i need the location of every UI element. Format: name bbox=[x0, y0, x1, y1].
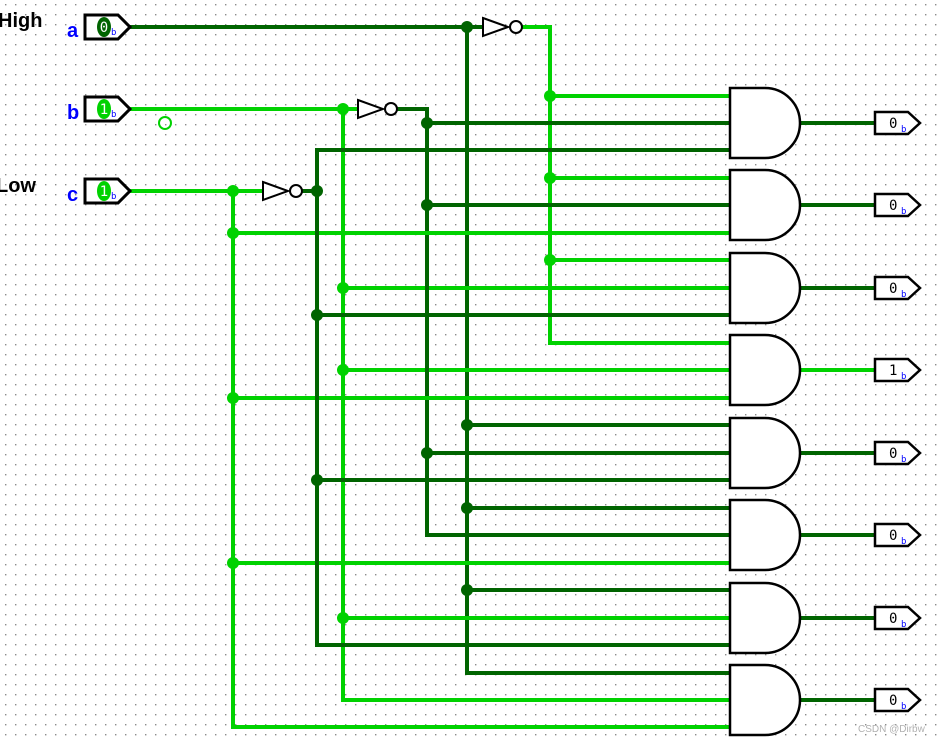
junction-b bbox=[337, 612, 349, 624]
junction-b bbox=[337, 364, 349, 376]
junction-a bbox=[461, 21, 473, 33]
output-radix: b bbox=[901, 620, 906, 630]
inverter-bubble-icon bbox=[289, 184, 303, 198]
label-low: Low bbox=[0, 175, 36, 197]
output-value: 0 bbox=[889, 281, 897, 297]
input-value: 0 bbox=[100, 20, 108, 36]
junction-b bbox=[337, 103, 349, 115]
junction-nc bbox=[311, 185, 323, 197]
junction-c bbox=[227, 227, 239, 239]
inverter-bubble-icon bbox=[509, 20, 523, 34]
input-label-b: b bbox=[67, 102, 79, 124]
junction-na bbox=[544, 172, 556, 184]
output-radix: b bbox=[901, 702, 906, 712]
output-radix: b bbox=[901, 207, 906, 217]
and-gate-6[interactable] bbox=[728, 581, 802, 655]
and-gate-4[interactable] bbox=[728, 416, 802, 490]
junction-c bbox=[227, 557, 239, 569]
input-label-c: c bbox=[67, 184, 78, 206]
and-gate-3[interactable] bbox=[728, 333, 802, 407]
circuit-diagram[interactable]: 0 ba1 bb1 bc0 b0 b0 b1 b0 b0 b0 b0 b High Low CSDN … bbox=[0, 0, 941, 742]
output-value: 0 bbox=[889, 528, 897, 544]
output-radix: b bbox=[901, 372, 906, 382]
junction-a bbox=[461, 584, 473, 596]
junction-nb bbox=[421, 199, 433, 211]
junction-c bbox=[227, 185, 239, 197]
input-radix: b bbox=[111, 192, 116, 202]
and-gate-1[interactable] bbox=[728, 168, 802, 242]
junction-nc bbox=[311, 474, 323, 486]
output-value: 0 bbox=[889, 611, 897, 627]
logisim-canvas[interactable]: 0ba1bb1bc0b0b0b1b0b0b0b0b High Low CSDN … bbox=[0, 0, 941, 742]
output-radix: b bbox=[901, 125, 906, 135]
input-pin-a[interactable]: 0b bbox=[83, 13, 133, 41]
input-value: 1 bbox=[100, 184, 108, 200]
output-value: 0 bbox=[889, 693, 897, 709]
junction-b bbox=[337, 282, 349, 294]
output-value: 0 bbox=[889, 198, 897, 214]
and-gate-7[interactable] bbox=[728, 663, 802, 737]
input-radix: b bbox=[111, 28, 116, 38]
output-value: 0 bbox=[889, 116, 897, 132]
input-pin-b[interactable]: 1b bbox=[83, 95, 133, 123]
junction-nb bbox=[421, 117, 433, 129]
junction-a bbox=[461, 502, 473, 514]
inverter-bubble-icon bbox=[384, 102, 398, 116]
label-high: High bbox=[0, 10, 42, 32]
input-label-a: a bbox=[67, 20, 79, 42]
junction-na bbox=[544, 90, 556, 102]
and-gate-0[interactable] bbox=[728, 86, 802, 160]
input-value: 1 bbox=[100, 102, 108, 118]
watermark: CSDN @Dirbw bbox=[858, 724, 926, 735]
input-radix: b bbox=[111, 110, 116, 120]
junction-nc bbox=[311, 309, 323, 321]
output-radix: b bbox=[901, 455, 906, 465]
output-value: 0 bbox=[889, 446, 897, 462]
output-radix: b bbox=[901, 537, 906, 547]
junction-na bbox=[544, 254, 556, 266]
junction-nb bbox=[421, 447, 433, 459]
junction-a bbox=[461, 419, 473, 431]
junction-c bbox=[227, 392, 239, 404]
input-pin-c[interactable]: 1b bbox=[83, 177, 133, 205]
and-gate-2[interactable] bbox=[728, 251, 802, 325]
output-radix: b bbox=[901, 290, 906, 300]
and-gate-5[interactable] bbox=[728, 498, 802, 572]
output-value: 1 bbox=[889, 363, 897, 379]
